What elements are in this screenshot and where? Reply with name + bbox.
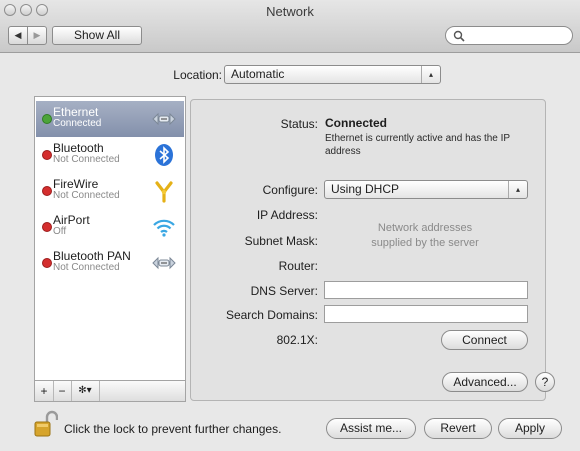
up-down-arrows-icon: ▴ <box>508 181 527 198</box>
window-title: Network <box>266 4 314 19</box>
location-select[interactable]: Automatic ▴ <box>224 65 441 84</box>
network-preferences-window: Network ◀ ▶ Show All Location: Automatic… <box>0 0 580 451</box>
magnifier-icon <box>453 30 465 42</box>
status-dot-disconnected-icon <box>42 258 52 268</box>
show-all-button[interactable]: Show All <box>52 26 142 45</box>
status-dot-off-icon <box>42 222 52 232</box>
service-item-airport[interactable]: AirPort Off <box>36 209 184 245</box>
triangle-left-icon: ◀ <box>14 30 22 40</box>
service-item-bluetooth[interactable]: Bluetooth Not Connected <box>36 137 184 173</box>
dns-server-field[interactable] <box>324 281 528 299</box>
router-label: Router: <box>278 259 318 273</box>
titlebar: Network ◀ ▶ Show All <box>0 0 580 53</box>
search-field[interactable] <box>445 26 573 45</box>
status-description-line2: address <box>325 146 361 157</box>
search-domains-field[interactable] <box>324 305 528 323</box>
bluetooth-icon <box>155 144 173 166</box>
airport-wifi-icon <box>153 219 175 237</box>
back-button[interactable]: ◀ <box>8 26 28 45</box>
connect-button[interactable]: Connect <box>441 330 528 350</box>
search-domains-label: Search Domains: <box>225 308 318 322</box>
service-status: Connected <box>53 118 102 129</box>
service-status: Not Connected <box>53 262 120 273</box>
forward-button[interactable]: ▶ <box>27 26 47 45</box>
add-service-button[interactable]: + <box>35 381 54 401</box>
service-list: Ethernet Connected Bluetooth Not Connect… <box>34 96 186 401</box>
ethernet-icon <box>152 112 176 126</box>
assist-me-button[interactable]: Assist me... <box>326 418 416 439</box>
lock-open-icon[interactable] <box>34 410 58 438</box>
action-menu-button[interactable]: ✻▾ <box>71 381 100 401</box>
status-dot-connected-icon <box>42 114 52 124</box>
lock-message: Click the lock to prevent further change… <box>64 422 282 436</box>
configure-select[interactable]: Using DHCP ▴ <box>324 180 528 199</box>
revert-button[interactable]: Revert <box>424 418 492 439</box>
dns-server-label: DNS Server: <box>250 284 318 298</box>
server-note-line1: Network addresses <box>377 222 473 234</box>
apply-button[interactable]: Apply <box>498 418 562 439</box>
triangle-right-icon: ▶ <box>33 30 41 40</box>
subnet-mask-label: Subnet Mask: <box>244 234 318 248</box>
configure-value: Using DHCP <box>331 182 400 196</box>
location-label: Location: <box>173 68 222 82</box>
service-status: Not Connected <box>53 154 120 165</box>
status-dot-disconnected-icon <box>42 150 52 160</box>
service-name: Ethernet <box>53 105 99 119</box>
service-name: FireWire <box>53 177 99 191</box>
status-dot-disconnected-icon <box>42 186 52 196</box>
search-input[interactable] <box>468 28 567 44</box>
status-label: Status: <box>280 117 318 131</box>
server-note-line2: supplied by the server <box>371 237 479 249</box>
service-item-bluetooth-pan[interactable]: Bluetooth PAN Not Connected <box>36 245 184 281</box>
service-name: AirPort <box>53 213 90 227</box>
service-item-firewire[interactable]: FireWire Not Connected <box>36 173 184 209</box>
configure-label: Configure: <box>262 183 318 197</box>
service-list-toolbar: + − ✻▾ <box>34 380 186 402</box>
bluetooth-pan-icon <box>152 256 176 270</box>
help-button[interactable]: ? <box>535 372 555 392</box>
service-status: Not Connected <box>53 190 120 201</box>
service-status: Off <box>53 226 67 237</box>
location-value: Automatic <box>231 67 285 81</box>
service-name: Bluetooth PAN <box>53 249 131 263</box>
remove-service-button[interactable]: − <box>53 381 72 401</box>
firewire-icon <box>155 181 173 203</box>
ip-address-label: IP Address: <box>256 208 318 222</box>
question-mark-icon: ? <box>541 375 549 389</box>
service-name: Bluetooth <box>53 141 104 155</box>
gear-icon: ✻▾ <box>78 385 92 396</box>
service-item-ethernet[interactable]: Ethernet Connected <box>36 101 184 137</box>
dot1x-label: 802.1X: <box>276 333 318 347</box>
status-description-line1: Ethernet is currently active and has the… <box>325 133 511 144</box>
advanced-button[interactable]: Advanced... <box>442 372 528 392</box>
status-value: Connected <box>325 116 388 130</box>
up-down-arrows-icon: ▴ <box>421 66 440 83</box>
